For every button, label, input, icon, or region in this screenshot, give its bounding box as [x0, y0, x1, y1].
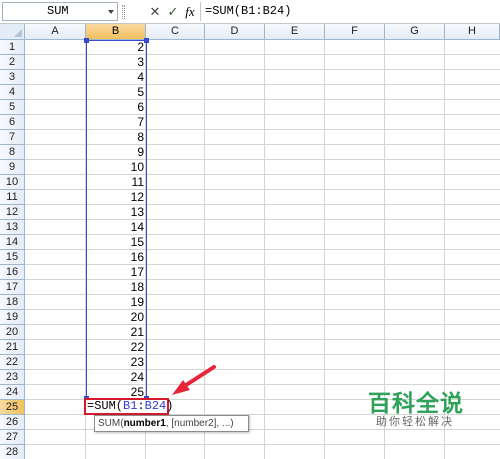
tooltip-arg1: number1	[123, 418, 166, 429]
row-header-16[interactable]: 16	[0, 265, 25, 280]
row-header-23[interactable]: 23	[0, 370, 25, 385]
cell-b5[interactable]: 6	[87, 100, 146, 115]
cell-b1[interactable]: 2	[87, 40, 146, 55]
column-gridline	[204, 40, 205, 459]
cell-b6[interactable]: 7	[87, 115, 146, 130]
row-header-8[interactable]: 8	[0, 145, 25, 160]
cell-b3[interactable]: 4	[87, 70, 146, 85]
row-header-27[interactable]: 27	[0, 430, 25, 445]
cell-b11[interactable]: 12	[87, 190, 146, 205]
cell-b9[interactable]: 10	[87, 160, 146, 175]
cell-b20[interactable]: 21	[87, 325, 146, 340]
row-header-21[interactable]: 21	[0, 340, 25, 355]
name-box[interactable]: SUM	[2, 2, 118, 21]
row-header-3[interactable]: 3	[0, 70, 25, 85]
row-header-22[interactable]: 22	[0, 355, 25, 370]
row-header-12[interactable]: 12	[0, 205, 25, 220]
enter-icon[interactable]: ✓	[164, 3, 182, 21]
column-header-a[interactable]: A	[25, 24, 86, 40]
formula-bar-grip[interactable]	[122, 5, 125, 19]
cell-b7[interactable]: 8	[87, 130, 146, 145]
cell-b8[interactable]: 9	[87, 145, 146, 160]
cancel-icon[interactable]: ✕	[146, 3, 164, 21]
row-header-9[interactable]: 9	[0, 160, 25, 175]
row-header-18[interactable]: 18	[0, 295, 25, 310]
tooltip-rest: , [number2], ...)	[165, 418, 234, 429]
column-gridline	[324, 40, 325, 459]
column-header-b[interactable]: B	[86, 24, 146, 40]
formula-input[interactable]: =SUM(B1:B24)	[200, 2, 498, 21]
cell-b21[interactable]: 22	[87, 340, 146, 355]
formula-prefix: =SUM(	[87, 399, 124, 413]
cell-b4[interactable]: 5	[87, 85, 146, 100]
row-header-13[interactable]: 13	[0, 220, 25, 235]
range-handle[interactable]	[84, 38, 89, 43]
formula-colon: :	[137, 399, 145, 413]
cell-b17[interactable]: 18	[87, 280, 146, 295]
editing-cell-b25[interactable]: =SUM(B1:B24)	[84, 398, 173, 415]
formula-suffix: )	[166, 399, 174, 413]
row-header-1[interactable]: 1	[0, 40, 25, 55]
column-header-f[interactable]: F	[325, 24, 385, 40]
row-header-11[interactable]: 11	[0, 190, 25, 205]
cell-b12[interactable]: 13	[87, 205, 146, 220]
formula-ref-end: B24	[144, 399, 167, 413]
row-header-15[interactable]: 15	[0, 250, 25, 265]
cell-b23[interactable]: 24	[87, 370, 146, 385]
column-header-h[interactable]: H	[445, 24, 500, 40]
column-header-e[interactable]: E	[265, 24, 325, 40]
row-gridline	[25, 444, 500, 445]
cell-b2[interactable]: 3	[87, 55, 146, 70]
row-header-7[interactable]: 7	[0, 130, 25, 145]
column-header-c[interactable]: C	[146, 24, 205, 40]
insert-function-icon[interactable]: fx	[181, 3, 199, 21]
cell-b16[interactable]: 17	[87, 265, 146, 280]
formula-bar: SUM ✕ ✓ fx =SUM(B1:B24)	[0, 0, 500, 24]
watermark: 百科全说 助你轻松解决	[350, 380, 490, 430]
row-header-20[interactable]: 20	[0, 325, 25, 340]
row-header-6[interactable]: 6	[0, 115, 25, 130]
column-gridline	[264, 40, 265, 459]
row-header-28[interactable]: 28	[0, 445, 25, 459]
row-header-2[interactable]: 2	[0, 55, 25, 70]
cell-b14[interactable]: 15	[87, 235, 146, 250]
cell-b15[interactable]: 16	[87, 250, 146, 265]
row-header-19[interactable]: 19	[0, 310, 25, 325]
name-box-dropdown-icon[interactable]	[106, 3, 116, 19]
range-handle[interactable]	[144, 38, 149, 43]
tooltip-func: SUM(	[98, 418, 124, 429]
function-tooltip[interactable]: SUM(number1, [number2], ...)	[94, 415, 249, 432]
row-header-24[interactable]: 24	[0, 385, 25, 400]
row-header-10[interactable]: 10	[0, 175, 25, 190]
cell-b10[interactable]: 11	[87, 175, 146, 190]
cell-b19[interactable]: 20	[87, 310, 146, 325]
formula-ref-start: B1	[123, 399, 138, 413]
cell-b13[interactable]: 14	[87, 220, 146, 235]
column-header-d[interactable]: D	[205, 24, 265, 40]
column-header-g[interactable]: G	[385, 24, 445, 40]
row-header-5[interactable]: 5	[0, 100, 25, 115]
row-header-14[interactable]: 14	[0, 235, 25, 250]
row-header-17[interactable]: 17	[0, 280, 25, 295]
cell-b18[interactable]: 19	[87, 295, 146, 310]
row-header-25[interactable]: 25	[0, 400, 25, 415]
row-header-26[interactable]: 26	[0, 415, 25, 430]
watermark-subtitle: 助你轻松解决	[376, 416, 454, 428]
row-header-4[interactable]: 4	[0, 85, 25, 100]
cell-b22[interactable]: 23	[87, 355, 146, 370]
select-all-corner[interactable]	[0, 24, 25, 40]
